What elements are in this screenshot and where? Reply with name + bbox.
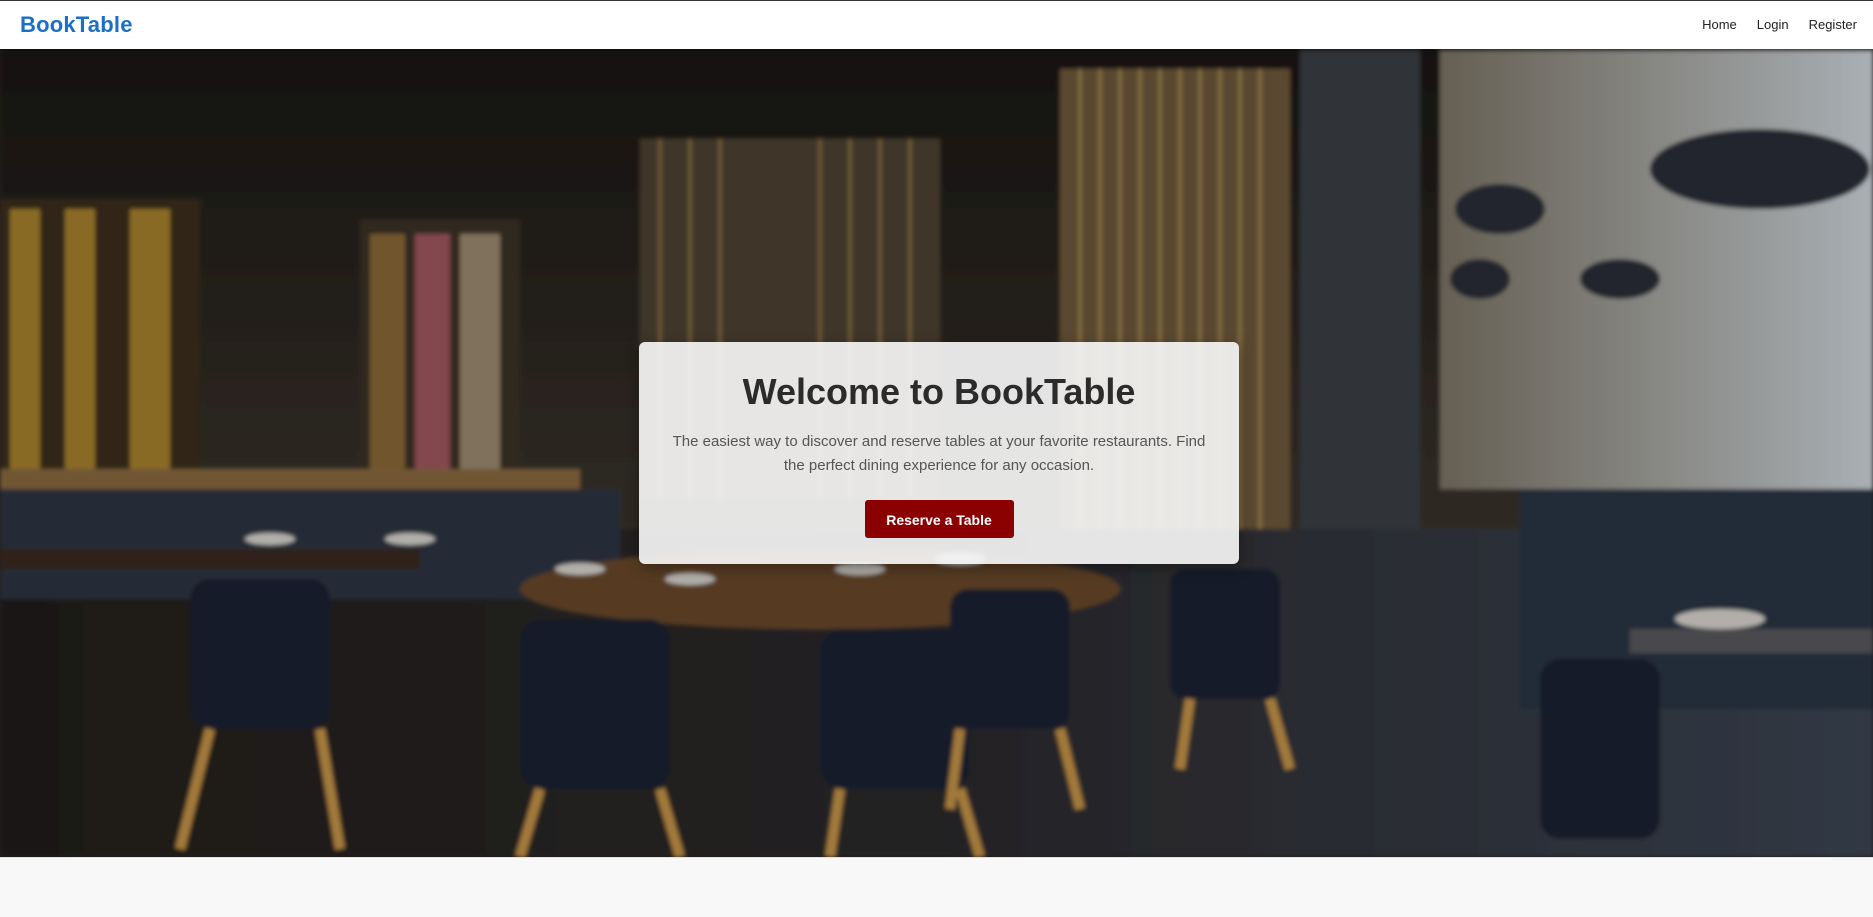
nav-link-home[interactable]: Home [1702,17,1737,32]
brand-logo-link[interactable]: BookTable [20,12,133,38]
top-navbar: BookTable Home Login Register [0,0,1873,49]
welcome-card: Welcome to BookTable The easiest way to … [639,342,1239,564]
nav-links: Home Login Register [1702,17,1857,32]
reserve-table-button[interactable]: Reserve a Table [864,500,1014,538]
welcome-title: Welcome to BookTable [742,371,1136,412]
nav-link-register[interactable]: Register [1809,17,1857,32]
below-hero-section [0,857,1873,917]
nav-link-login[interactable]: Login [1757,17,1789,32]
welcome-subtitle: The easiest way to discover and reserve … [672,433,1206,474]
hero-section: Welcome to BookTable The easiest way to … [0,49,1873,857]
